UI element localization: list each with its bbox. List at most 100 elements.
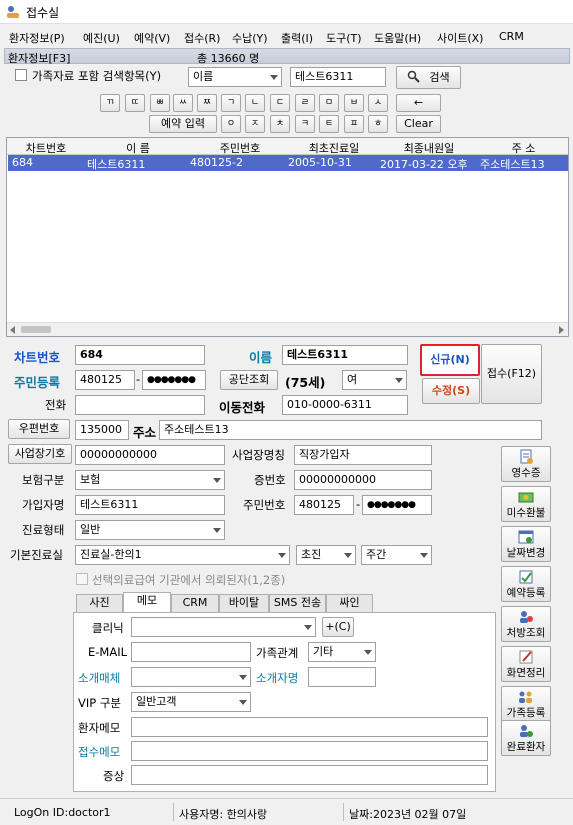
menu-reservation[interactable]: 예약(V) <box>134 30 170 46</box>
jamo-key[interactable]: ㅋ <box>295 115 315 133</box>
jamo-key[interactable]: ㅇ <box>221 115 241 133</box>
col-rrn[interactable]: 주민번호 <box>191 140 289 156</box>
jamo-key[interactable]: ㅂ <box>344 94 364 112</box>
visit-type-select[interactable]: 초진 <box>296 545 356 565</box>
tab-photo[interactable]: 사진 <box>76 594 123 612</box>
scroll-left-icon[interactable] <box>10 326 16 334</box>
rrn-front-input[interactable]: 480125 <box>75 370 135 390</box>
col-first-visit[interactable]: 최초진료일 <box>289 140 379 156</box>
biz-no-button[interactable]: 사업장기호 <box>8 444 72 464</box>
jamo-key[interactable]: ㅈ <box>245 115 265 133</box>
biz-no-input[interactable]: 00000000000 <box>75 445 225 465</box>
tab-crm[interactable]: CRM <box>171 594 219 612</box>
phone-input[interactable] <box>75 395 205 415</box>
reservation-register-button[interactable]: 예약등록 <box>501 566 551 602</box>
col-name[interactable]: 이 름 <box>85 140 191 156</box>
tab-memo[interactable]: 메모 <box>123 592 171 612</box>
menu-pre-exam[interactable]: 예진(U) <box>83 30 120 46</box>
tab-vital[interactable]: 바이탈 <box>219 594 269 612</box>
receipt-button[interactable]: 영수증 <box>501 446 551 482</box>
search-query-input[interactable]: 테스트6311 <box>290 67 386 87</box>
tab-sms[interactable]: SMS 전송 <box>269 594 326 612</box>
jamo-key[interactable]: ㅁ <box>319 94 339 112</box>
search-field-select[interactable]: 이름 <box>188 67 282 87</box>
menu-patient-info[interactable]: 환자정보(P) <box>9 30 65 46</box>
col-address[interactable]: 주 소 <box>479 140 568 156</box>
time-select[interactable]: 주간 <box>361 545 432 565</box>
family-include-checkbox[interactable] <box>15 69 27 81</box>
clinic-select[interactable] <box>131 617 316 637</box>
email-input[interactable] <box>131 642 251 662</box>
menu-reception[interactable]: 접수(R) <box>184 30 220 46</box>
mobile-input[interactable]: 010-0000-6311 <box>282 395 408 415</box>
reception-memo-input[interactable] <box>131 741 488 761</box>
col-last-visit[interactable]: 최종내원일 <box>379 140 479 156</box>
clinic-add-button[interactable]: +(C) <box>322 617 354 637</box>
symptom-input[interactable] <box>131 765 488 785</box>
date-change-button[interactable]: 날짜변경 <box>501 526 551 562</box>
menu-site[interactable]: 사이트(X) <box>437 30 483 46</box>
jamo-key[interactable]: ㅌ <box>319 115 339 133</box>
jamo-key[interactable]: ㄴ <box>245 94 265 112</box>
jamo-key[interactable]: ㅎ <box>368 115 388 133</box>
menu-payment[interactable]: 수납(Y) <box>232 30 268 46</box>
jamo-key[interactable]: ㄱ <box>221 94 241 112</box>
medical-aid-checkbox[interactable] <box>76 573 88 585</box>
family-relation-select[interactable]: 기타 <box>308 642 376 662</box>
reservation-input-button[interactable]: 예약 입력 <box>149 115 217 133</box>
menu-print[interactable]: 출력(I) <box>281 30 313 46</box>
treat-type-select[interactable]: 일반 <box>75 520 225 540</box>
media-select[interactable] <box>131 667 251 687</box>
sub-rrn-front-input[interactable]: 480125 <box>294 495 354 515</box>
zipcode-input[interactable]: 135000 <box>75 420 129 440</box>
backspace-button[interactable]: ← <box>396 94 441 112</box>
cert-no-input[interactable]: 00000000000 <box>294 470 432 490</box>
edit-patient-button[interactable]: 수정(S) <box>422 378 480 404</box>
screen-clear-button[interactable]: 화면정리 <box>501 646 551 682</box>
grid-horizontal-scrollbar[interactable] <box>7 322 568 336</box>
room-select[interactable]: 진료실-한의1 <box>75 545 290 565</box>
completed-patients-button[interactable]: 완료환자 <box>501 720 551 756</box>
refund-button[interactable]: 미수환불 <box>501 486 551 522</box>
zipcode-button[interactable]: 우편번호 <box>8 419 70 439</box>
address-input[interactable]: 주소테스트13 <box>159 420 542 440</box>
table-row[interactable]: 684 테스트6311 480125-2 2005-10-31 2017-03-… <box>8 155 568 171</box>
jamo-key[interactable]: ㅃ <box>150 94 170 112</box>
family-register-button[interactable]: 가족등록 <box>501 686 551 722</box>
jamo-key[interactable]: ㅊ <box>270 115 290 133</box>
jamo-key[interactable]: ㄲ <box>100 94 120 112</box>
patient-memo-input[interactable] <box>131 717 488 737</box>
sub-rrn-back-input[interactable]: ●●●●●●● <box>362 495 432 515</box>
public-check-button[interactable]: 공단조회 <box>220 370 278 390</box>
insurance-select[interactable]: 보험 <box>75 470 225 490</box>
scroll-thumb[interactable] <box>21 326 51 333</box>
introducer-input[interactable] <box>308 667 376 687</box>
room-label: 기본진료실 <box>10 548 63 562</box>
receive-button[interactable]: 접수(F12) <box>481 344 542 404</box>
name-input[interactable]: 테스트6311 <box>282 345 408 365</box>
jamo-key[interactable]: ㄹ <box>295 94 315 112</box>
vip-select[interactable]: 일반고객 <box>131 692 251 712</box>
prescription-search-button[interactable]: 처방조회 <box>501 606 551 642</box>
col-chart-no[interactable]: 차트번호 <box>7 140 85 156</box>
biz-name-label: 사업장명칭 <box>232 448 285 462</box>
jamo-key[interactable]: ㅍ <box>344 115 364 133</box>
chart-no-input[interactable]: 684 <box>75 345 205 365</box>
jamo-key[interactable]: ㅉ <box>197 94 217 112</box>
new-patient-button[interactable]: 신규(N) <box>420 344 480 376</box>
menu-crm[interactable]: CRM <box>499 30 524 43</box>
scroll-right-icon[interactable] <box>559 326 565 334</box>
jamo-key[interactable]: ㅆ <box>173 94 193 112</box>
jamo-key[interactable]: ㅅ <box>368 94 388 112</box>
jamo-key[interactable]: ㄷ <box>270 94 290 112</box>
clear-button[interactable]: Clear <box>396 115 441 133</box>
search-button[interactable]: 검색 <box>396 66 461 89</box>
jamo-key[interactable]: ㄸ <box>125 94 145 112</box>
biz-name-input[interactable]: 직장가입자 <box>294 445 432 465</box>
gender-select[interactable]: 여 <box>342 370 407 390</box>
subscriber-input[interactable]: 테스트6311 <box>75 495 225 515</box>
tab-sign[interactable]: 싸인 <box>326 594 373 612</box>
menu-help[interactable]: 도움말(H) <box>374 30 421 46</box>
rrn-back-input[interactable]: ●●●●●●● <box>142 370 206 390</box>
menu-tools[interactable]: 도구(T) <box>326 30 362 46</box>
